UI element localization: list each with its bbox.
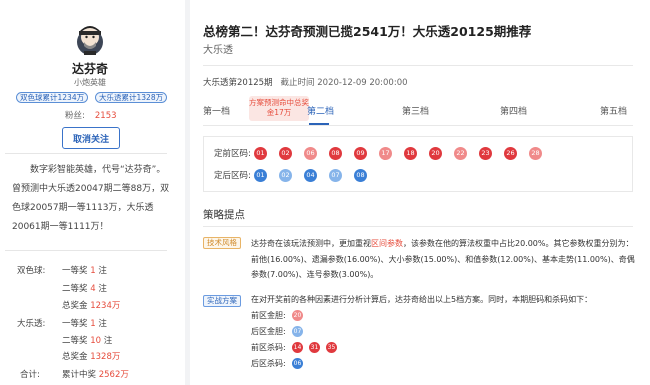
number-ball: 28 <box>529 146 542 160</box>
number-ball: 31 <box>309 342 320 353</box>
divider <box>203 226 633 227</box>
section-title: 策略提点 <box>203 209 245 221</box>
front-zone-label: 定前区码: <box>214 149 251 159</box>
plan-row: 前区杀码: 14 31 35 <box>251 341 343 354</box>
author-sidebar: 达芬奇 小炮英雄 双色球累计1234万 大乐透累计1328万 粉丝: 2153 取… <box>0 0 185 385</box>
plan-row: 前区金胆: 20 <box>251 309 309 322</box>
number-ball: 01 <box>254 146 267 160</box>
tab-tier-2[interactable]: 第二档 <box>307 104 334 117</box>
divider <box>203 65 633 66</box>
plan-row-label: 前区金胆: <box>251 311 286 320</box>
strategy-highlight: 区间参数 <box>371 239 403 248</box>
page-title: 总榜第二！达芬奇预测已揽2541万！大乐透20125期推荐 <box>203 24 532 39</box>
plan-row: 后区杀码: 06 <box>251 357 309 370</box>
front-zone-row: 定前区码: 01 02 06 08 09 17 18 20 22 23 26 28 <box>214 146 554 160</box>
number-ball: 06 <box>304 146 317 160</box>
tech-style-badge: 技术风格 <box>203 237 241 249</box>
number-ball: 08 <box>354 168 367 182</box>
tab-tier-3[interactable]: 第三档 <box>402 104 429 117</box>
tier-tabs: 第一档 方案预测命中总奖金17万 第二档 第三档 第四档 第五档 <box>203 96 633 126</box>
strategy-text: 达芬奇在该玩法预测中，更加重视区间参数，该参数在他的算法权重中占比20.00%。… <box>251 236 636 283</box>
number-ball: 01 <box>254 168 267 182</box>
active-tab-indicator <box>309 123 329 125</box>
tab-tier-5[interactable]: 第五档 <box>600 104 627 117</box>
tab-hit-tooltip: 方案预测命中总奖金17万 <box>249 96 309 121</box>
number-ball: 08 <box>329 146 342 160</box>
stat-value: 1328万 <box>90 352 121 362</box>
back-ball-list: 01 02 04 07 08 <box>254 168 379 182</box>
plan-badge: 实战方案 <box>203 295 241 307</box>
plan-row: 后区金胆: 07 <box>251 325 309 338</box>
lottery-type: 大乐透 <box>203 45 233 56</box>
stat-prize: 总奖金 <box>62 301 88 311</box>
unfollow-button[interactable]: 取消关注 <box>62 127 120 149</box>
stat-label: 大乐透: <box>17 319 46 329</box>
stat-value: 4 <box>90 284 96 294</box>
author-title: 小炮英雄 <box>74 78 106 87</box>
stat-prize: 二等奖 <box>62 284 88 294</box>
number-ball: 20 <box>292 310 303 321</box>
number-panel: 定前区码: 01 02 06 08 09 17 18 20 22 23 26 28 定后区码: 01 0… <box>203 136 633 192</box>
stat-unit: 注 <box>98 284 107 294</box>
author-avatar <box>77 26 103 55</box>
fans-label: 粉丝: <box>65 111 85 121</box>
stat-value: 1234万 <box>90 301 121 311</box>
number-ball: 22 <box>454 146 467 160</box>
period-label: 大乐透第20125期 <box>203 78 273 88</box>
stat-value: 1 <box>90 319 96 329</box>
stat-value: 1 <box>90 266 96 276</box>
stat-unit: 注 <box>98 319 107 329</box>
number-ball: 02 <box>279 146 292 160</box>
number-ball: 23 <box>479 146 492 160</box>
author-name: 达芬奇 <box>71 62 108 76</box>
stat-value: 2562万 <box>98 370 129 380</box>
divider <box>5 153 167 154</box>
divider <box>5 250 167 251</box>
fans-info: 粉丝: 2153 <box>65 109 117 121</box>
tag-ssq-total: 双色球累计1234万 <box>16 92 89 103</box>
number-ball: 06 <box>292 358 303 369</box>
stat-label: 合计: <box>20 370 40 380</box>
tab-tier-4[interactable]: 第四档 <box>500 104 527 117</box>
number-ball: 17 <box>379 146 392 160</box>
plan-row-label: 后区杀码: <box>251 359 286 368</box>
front-ball-list: 01 02 06 08 09 17 18 20 22 23 26 28 <box>254 146 554 160</box>
number-ball: 35 <box>326 342 337 353</box>
period-info: 大乐透第20125期 截止时间 2020-12-09 20:00:00 <box>203 76 408 88</box>
stat-unit: 注 <box>103 336 113 346</box>
strategy-text-pre: 达芬奇在该玩法预测中，更加重视 <box>251 239 371 248</box>
stat-prize: 累计中奖 <box>62 370 97 380</box>
author-intro: 数字彩智能英雄，代号“达芬奇”。曾预测中大乐透20047期二等88万，双色球20… <box>12 165 170 232</box>
plan-row-label: 后区金胆: <box>251 327 286 336</box>
back-zone-label: 定后区码: <box>214 171 251 181</box>
stat-prize: 二等奖 <box>62 336 88 346</box>
deadline-label: 截止时间 2020-12-09 20:00:00 <box>280 78 408 88</box>
article-panel: 总榜第二！达芬奇预测已揽2541万！大乐透20125期推荐 大乐透 大乐透第20… <box>190 0 650 385</box>
number-ball: 14 <box>292 342 303 353</box>
stat-prize: 一等奖 <box>62 266 88 276</box>
number-ball: 18 <box>404 146 417 160</box>
plan-row-label: 前区杀码: <box>251 343 286 352</box>
number-ball: 07 <box>292 326 303 337</box>
stat-label: 双色球: <box>17 266 46 276</box>
number-ball: 02 <box>279 168 292 182</box>
number-ball: 04 <box>304 168 317 182</box>
fans-count: 2153 <box>94 111 117 121</box>
number-ball: 26 <box>504 146 517 160</box>
stat-prize: 总奖金 <box>62 352 88 362</box>
number-ball: 09 <box>354 146 367 160</box>
back-zone-row: 定后区码: 01 02 04 07 08 <box>214 168 379 182</box>
stat-unit: 注 <box>98 266 107 276</box>
tab-tier-1[interactable]: 第一档 <box>203 104 230 117</box>
plan-text: 在对开奖前的各种因素进行分析计算后，达芬奇给出以上5档方案。同时，本期胆码和杀码… <box>251 295 593 304</box>
stat-prize: 一等奖 <box>62 319 88 329</box>
number-ball: 07 <box>329 168 342 182</box>
number-ball: 20 <box>429 146 442 160</box>
tag-dlt-total: 大乐透累计1328万 <box>95 92 168 103</box>
stat-value: 10 <box>90 336 102 346</box>
